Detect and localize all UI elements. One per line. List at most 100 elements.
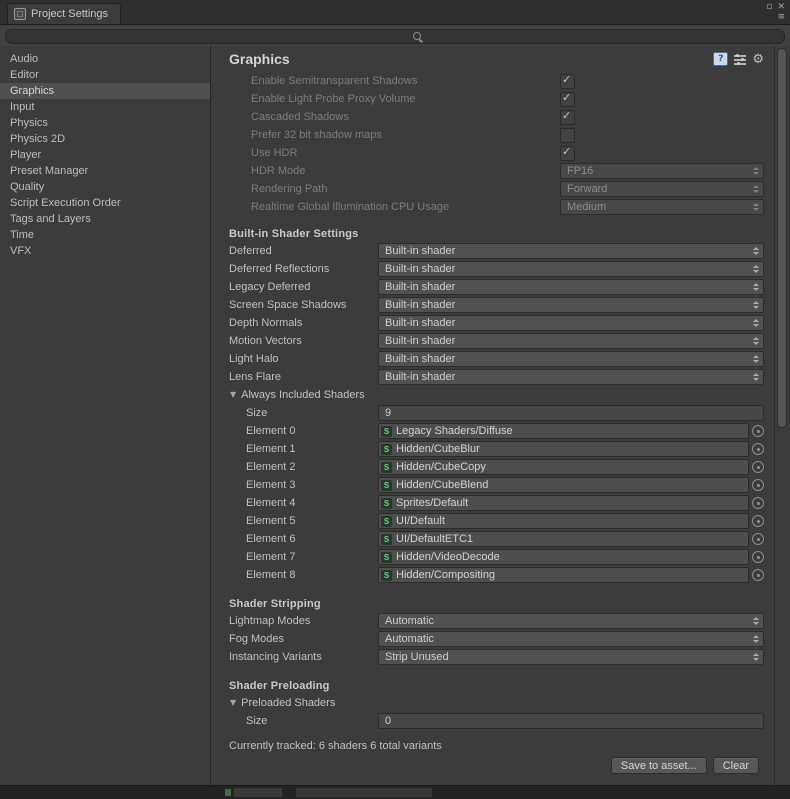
- dropdown[interactable]: Strip Unused: [378, 649, 764, 665]
- background-window-fragment: [234, 788, 282, 797]
- builtin-shader-settings-heading: Built-in Shader Settings: [229, 228, 359, 240]
- dropdown[interactable]: Built-in shader: [378, 351, 764, 367]
- setting-label: Light Halo: [229, 353, 279, 365]
- window-tab[interactable]: Project Settings: [7, 3, 122, 24]
- dropdown[interactable]: Built-in shader: [378, 333, 764, 349]
- sidebar-item[interactable]: Script Execution Order: [0, 195, 210, 211]
- sidebar-item[interactable]: VFX: [0, 243, 210, 259]
- title-bar: Project Settings ▫ ✕ ≡: [0, 0, 790, 25]
- sidebar-item[interactable]: Editor: [0, 67, 210, 83]
- sidebar-item[interactable]: Physics 2D: [0, 131, 210, 147]
- setting-row: Motion Vectors Built-in shader: [229, 332, 764, 350]
- search-box[interactable]: [5, 29, 785, 44]
- builtin-shader-rows: Deferred Built-in shader Deferred Reflec…: [229, 242, 764, 386]
- shader-object-field[interactable]: S Sprites/Default: [378, 495, 749, 511]
- window-controls: ▫ ✕ ≡: [761, 1, 785, 22]
- size-field[interactable]: 0: [378, 713, 764, 729]
- vertical-scrollbar[interactable]: [774, 46, 790, 786]
- shader-object-field[interactable]: S Hidden/CubeBlur: [378, 441, 749, 457]
- dropdown[interactable]: Built-in shader: [378, 297, 764, 313]
- dropdown[interactable]: FP16: [560, 163, 764, 179]
- dropdown[interactable]: Built-in shader: [378, 279, 764, 295]
- shader-object-field[interactable]: S UI/DefaultETC1: [378, 531, 749, 547]
- dropdown-value: FP16: [567, 165, 594, 177]
- sidebar-item[interactable]: Time: [0, 227, 210, 243]
- presets-icon[interactable]: [734, 54, 747, 64]
- dropdown[interactable]: Medium: [560, 199, 764, 215]
- sidebar-item[interactable]: Quality: [0, 179, 210, 195]
- dropdown-arrows-icon: [752, 185, 760, 193]
- dropdown[interactable]: Forward: [560, 181, 764, 197]
- check-icon: ✓: [562, 90, 572, 104]
- object-picker-icon[interactable]: [752, 497, 764, 509]
- dropdown[interactable]: Automatic: [378, 631, 764, 647]
- always-included-shaders-foldout[interactable]: ▼ Always Included Shaders: [229, 386, 764, 404]
- dropdown[interactable]: Built-in shader: [378, 369, 764, 385]
- help-icon[interactable]: ?: [713, 52, 729, 66]
- shader-object-field[interactable]: S Hidden/CubeCopy: [378, 459, 749, 475]
- element-row: Element 4 S Sprites/Default: [229, 494, 764, 512]
- dropdown[interactable]: Built-in shader: [378, 315, 764, 331]
- shader-object-field[interactable]: S UI/Default: [378, 513, 749, 529]
- dropdown-arrows-icon: [752, 617, 760, 625]
- size-field[interactable]: 9: [378, 405, 764, 421]
- shader-name: UI/DefaultETC1: [396, 533, 474, 545]
- setting-label: Screen Space Shadows: [229, 299, 347, 311]
- checkbox[interactable]: ✓: [560, 127, 575, 143]
- sidebar-item[interactable]: Player: [0, 147, 210, 163]
- sidebar-item-label: Input: [10, 101, 35, 113]
- sidebar-item[interactable]: Audio: [0, 51, 210, 67]
- background-window-fragment: [225, 789, 231, 796]
- object-picker-icon[interactable]: [752, 443, 764, 455]
- object-picker-icon[interactable]: [752, 515, 764, 527]
- shader-object-field[interactable]: S Hidden/VideoDecode: [378, 549, 749, 565]
- element-row: Element 7 S Hidden/VideoDecode: [229, 548, 764, 566]
- shader-name: UI/Default: [396, 515, 445, 527]
- checkbox[interactable]: ✓: [560, 90, 575, 107]
- sidebar-item[interactable]: Physics: [0, 115, 210, 131]
- dropdown[interactable]: Automatic: [378, 613, 764, 629]
- sidebar-item[interactable]: Input: [0, 99, 210, 115]
- save-to-asset-button[interactable]: Save to asset...: [610, 757, 707, 774]
- object-picker-icon[interactable]: [752, 533, 764, 545]
- element-label: Element 5: [246, 515, 296, 527]
- object-picker-icon[interactable]: [752, 461, 764, 473]
- sidebar-item-label: VFX: [10, 245, 32, 257]
- shader-icon: S: [381, 425, 392, 437]
- foldout-triangle-icon: ▼: [230, 390, 237, 399]
- checkbox[interactable]: ✓: [560, 145, 575, 161]
- shader-object-field[interactable]: S Hidden/Compositing: [378, 567, 749, 583]
- sidebar-item[interactable]: Graphics: [0, 83, 210, 99]
- search-input[interactable]: [6, 30, 784, 43]
- object-picker-icon[interactable]: [752, 479, 764, 491]
- object-picker-icon[interactable]: [752, 551, 764, 563]
- setting-label: Deferred Reflections: [229, 263, 330, 275]
- element-label: Element 1: [246, 443, 296, 455]
- sidebar-item[interactable]: Tags and Layers: [0, 211, 210, 227]
- foldout-label: Preloaded Shaders: [241, 697, 336, 709]
- shader-name: Legacy Shaders/Diffuse: [396, 425, 513, 437]
- shader-object-field[interactable]: S Hidden/CubeBlend: [378, 477, 749, 493]
- checkbox[interactable]: ✓: [560, 73, 575, 89]
- dropdown-arrows-icon: [752, 301, 760, 309]
- window-menu-icon[interactable]: ≡: [777, 12, 785, 22]
- settings-gear-icon[interactable]: ⚙: [752, 53, 764, 66]
- dropdown-arrows-icon: [752, 247, 760, 255]
- settings-sidebar: Audio Editor Graphics Input Physics Phys…: [0, 46, 211, 786]
- clear-button[interactable]: Clear: [712, 757, 759, 774]
- shader-object-field[interactable]: S Legacy Shaders/Diffuse: [378, 423, 749, 439]
- sidebar-item[interactable]: Preset Manager: [0, 163, 210, 179]
- dropdown[interactable]: Built-in shader: [378, 261, 764, 277]
- sidebar-item-label: Physics 2D: [10, 133, 66, 145]
- object-picker-icon[interactable]: [752, 569, 764, 581]
- shader-stripping-heading: Shader Stripping: [229, 598, 321, 610]
- setting-row: Prefer 32 bit shadow maps ✓: [229, 126, 764, 144]
- dropdown-value: Built-in shader: [385, 245, 456, 257]
- preloaded-shaders-foldout[interactable]: ▼ Preloaded Shaders: [229, 694, 764, 712]
- scrollbar-thumb[interactable]: [777, 48, 787, 428]
- dropdown[interactable]: Built-in shader: [378, 243, 764, 259]
- checkbox[interactable]: ✓: [560, 109, 575, 125]
- object-picker-icon[interactable]: [752, 425, 764, 437]
- foldout-triangle-icon: ▼: [230, 698, 237, 707]
- setting-label: Depth Normals: [229, 317, 303, 329]
